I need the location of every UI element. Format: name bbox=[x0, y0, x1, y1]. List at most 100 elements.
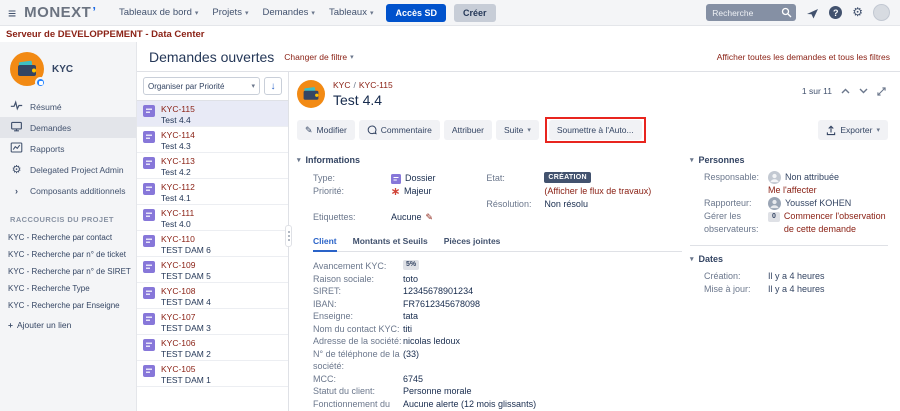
issue-list-item[interactable]: KYC-107TEST DAM 3 bbox=[137, 309, 288, 335]
nav-label: Tableaux de bord bbox=[119, 7, 192, 18]
priority-value: Majeur bbox=[404, 185, 432, 198]
previous-issue-button[interactable] bbox=[841, 88, 850, 94]
unassigned-avatar-icon bbox=[768, 171, 781, 184]
breadcrumb-project-link[interactable]: KYC bbox=[333, 80, 350, 90]
issue-list-item[interactable]: KYC-106TEST DAM 2 bbox=[137, 335, 288, 361]
issue-list-item[interactable]: KYC-110TEST DAM 6 bbox=[137, 231, 288, 257]
collapse-caret-icon: ▾ bbox=[690, 156, 694, 164]
sidebar-item-issues[interactable]: Demandes bbox=[0, 117, 136, 138]
annotation-highlight-box: Soumettre à l'Auto... bbox=[545, 117, 646, 143]
issue-type-icon bbox=[143, 105, 155, 117]
sidebar-item-summary[interactable]: Résumé bbox=[0, 96, 136, 117]
issue-key: KYC-110 bbox=[161, 234, 211, 245]
acces-sd-button[interactable]: Accès SD bbox=[386, 4, 446, 22]
assignee-value: Non attribuée bbox=[785, 171, 839, 184]
nav-issues[interactable]: Demandes ▾ bbox=[255, 0, 321, 26]
issue-key: KYC-112 bbox=[161, 182, 195, 193]
comment-button[interactable]: Commentaire bbox=[359, 120, 440, 140]
create-button[interactable]: Créer bbox=[454, 4, 496, 22]
field-value: 12345678901234 bbox=[403, 285, 473, 298]
issue-title: Test 4.4 bbox=[333, 92, 393, 108]
tab-pieces-jointes[interactable]: Pièces jointes bbox=[444, 234, 501, 251]
field-label: Résolution: bbox=[486, 198, 544, 211]
issue-list-item[interactable]: KYC-109TEST DAM 5 bbox=[137, 257, 288, 283]
issue-list-item[interactable]: KYC-105TEST DAM 1 bbox=[137, 361, 288, 387]
issue-list-item[interactable]: KYC-108TEST DAM 4 bbox=[137, 283, 288, 309]
change-filter-link[interactable]: Changer de filtre ▾ bbox=[284, 52, 353, 62]
nav-projects[interactable]: Projets ▾ bbox=[205, 0, 255, 26]
issue-summary: Test 4.3 bbox=[161, 141, 195, 152]
sort-by-select[interactable]: Organiser par Priorité ▾ bbox=[143, 77, 260, 95]
issue-key: KYC-113 bbox=[161, 156, 195, 167]
shortcut-link-enseigne[interactable]: KYC - Recherche par Enseigne bbox=[0, 297, 136, 314]
issue-list-item[interactable]: KYC-112Test 4.1 bbox=[137, 179, 288, 205]
hamburger-menu-icon[interactable]: ≡ bbox=[8, 5, 16, 21]
section-informations[interactable]: ▾ Informations bbox=[297, 155, 682, 165]
edit-labels-pencil-icon[interactable]: ✎ bbox=[426, 211, 434, 224]
show-workflow-link[interactable]: (Afficher le flux de travaux) bbox=[544, 185, 651, 198]
reporter-link[interactable]: Youssef KOHEN bbox=[785, 197, 851, 210]
next-issue-button[interactable] bbox=[859, 88, 868, 94]
nav-label: Tableaux bbox=[329, 7, 367, 18]
field-label: Gérer les observateurs: bbox=[704, 210, 768, 236]
shortcut-link-siret[interactable]: KYC - Recherche par n° de SIRET bbox=[0, 263, 136, 280]
section-label: Informations bbox=[306, 155, 361, 165]
gear-icon[interactable]: ⚙ bbox=[852, 6, 863, 19]
tab-montants-et-seuils[interactable]: Montants et Seuils bbox=[353, 234, 428, 251]
sidebar-item-delegated-admin[interactable]: ⚙ Delegated Project Admin bbox=[0, 159, 136, 180]
issue-list-item[interactable]: KYC-113Test 4.2 bbox=[137, 153, 288, 179]
expand-detail-icon[interactable] bbox=[877, 87, 886, 96]
breadcrumb-issue-link[interactable]: KYC-115 bbox=[359, 80, 393, 90]
issue-list-item[interactable]: KYC-111Test 4.0 bbox=[137, 205, 288, 231]
field-label: Fonctionnement du compte: bbox=[313, 398, 403, 411]
shortcut-link-contact[interactable]: KYC - Recherche par contact bbox=[0, 229, 136, 246]
nav-boards[interactable]: Tableaux ▾ bbox=[322, 0, 381, 26]
issue-type-icon bbox=[143, 365, 155, 377]
add-shortcut-link[interactable]: +Ajouter un lien bbox=[0, 314, 136, 336]
more-actions-button[interactable]: Suite ▾ bbox=[496, 120, 539, 140]
shortcuts-section-header: RACCOURCIS DU PROJET bbox=[0, 201, 136, 229]
submit-to-auto-button[interactable]: Soumettre à l'Auto... bbox=[549, 120, 642, 140]
field-label: Statut du client: bbox=[313, 385, 403, 398]
project-name: KYC bbox=[52, 64, 73, 75]
section-divider bbox=[690, 245, 888, 246]
collapse-caret-icon: ▾ bbox=[297, 156, 301, 164]
search-icon bbox=[781, 7, 792, 18]
edit-button[interactable]: ✎ Modifier bbox=[297, 120, 355, 140]
assign-to-me-link[interactable]: Me l'affecter bbox=[768, 185, 817, 195]
priority-major-icon bbox=[391, 187, 400, 196]
sort-by-label: Organiser par Priorité bbox=[148, 82, 224, 91]
start-watching-link[interactable]: Commencer l'observation de cette demande bbox=[784, 210, 888, 236]
nav-dashboards[interactable]: Tableaux de bord ▾ bbox=[112, 0, 205, 26]
issue-list-item[interactable]: KYC-115Test 4.4 bbox=[137, 101, 288, 127]
change-filter-label: Changer de filtre bbox=[284, 52, 347, 62]
issue-summary: TEST DAM 4 bbox=[161, 297, 211, 308]
sidebar-item-reports[interactable]: Rapports bbox=[0, 138, 136, 159]
tab-client[interactable]: Client bbox=[313, 234, 337, 252]
status-badge: CRÉATION bbox=[544, 172, 590, 183]
user-avatar[interactable] bbox=[873, 4, 890, 21]
feedback-icon[interactable] bbox=[806, 7, 819, 19]
sort-direction-button[interactable]: ↓ bbox=[264, 77, 282, 95]
assign-button[interactable]: Attribuer bbox=[444, 120, 492, 140]
chevron-down-icon: ▾ bbox=[311, 9, 315, 17]
shortcut-link-ticket[interactable]: KYC - Recherche par n° de ticket bbox=[0, 246, 136, 263]
section-people[interactable]: ▾ Personnes bbox=[690, 155, 888, 165]
monext-logo[interactable]: MONEXT ’ bbox=[24, 4, 96, 21]
issue-type-icon bbox=[143, 183, 155, 195]
nav-label: Projets bbox=[212, 7, 242, 18]
help-icon[interactable]: ? bbox=[829, 6, 842, 19]
search-box bbox=[706, 4, 796, 21]
issue-type-icon bbox=[143, 131, 155, 143]
sidebar-item-label: Rapports bbox=[30, 144, 65, 154]
field-value: Aucune alerte (12 mois glissants) bbox=[403, 398, 536, 411]
issue-list-item[interactable]: KYC-114Test 4.3 bbox=[137, 127, 288, 153]
panel-resize-handle[interactable] bbox=[285, 225, 292, 247]
sidebar-item-addons[interactable]: › Composants additionnels bbox=[0, 180, 136, 201]
section-dates[interactable]: ▾ Dates bbox=[690, 254, 888, 264]
issue-type-icon bbox=[143, 339, 155, 351]
shortcut-link-type[interactable]: KYC - Recherche Type bbox=[0, 280, 136, 297]
sidebar-item-label: Composants additionnels bbox=[30, 186, 125, 196]
view-all-filters-link[interactable]: Afficher toutes les demandes et tous les… bbox=[717, 52, 890, 62]
export-button[interactable]: Exporter ▾ bbox=[818, 120, 888, 140]
